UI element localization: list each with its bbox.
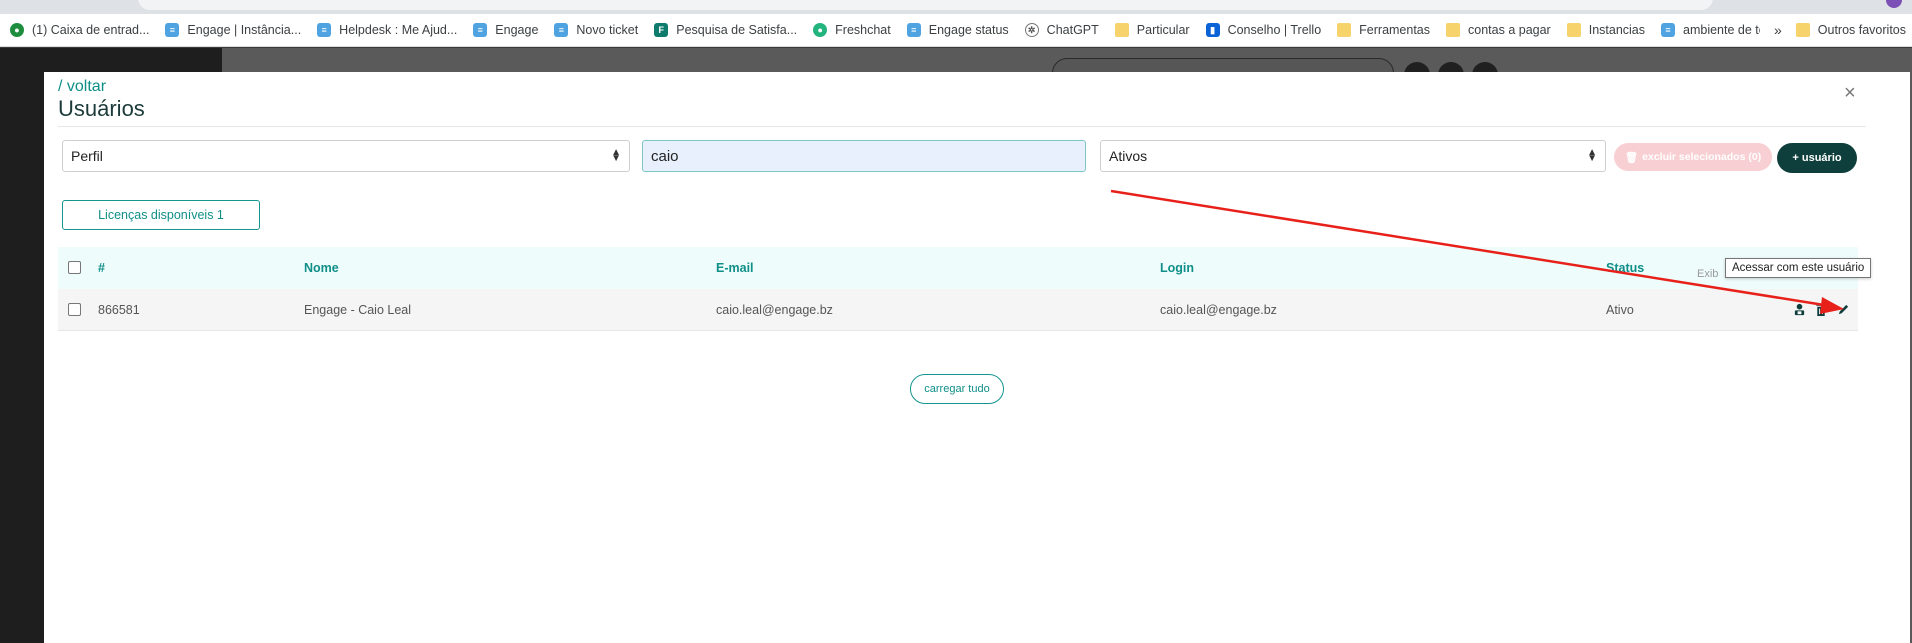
bookmark-item[interactable]: ▮ Conselho | Trello: [1205, 23, 1322, 37]
bookmark-item[interactable]: Instancias: [1566, 23, 1645, 37]
bookmark-item[interactable]: ≡ Engage status: [906, 23, 1009, 37]
cell-login: caio.leal@engage.bz: [1160, 303, 1277, 317]
column-header-status[interactable]: Status: [1606, 247, 1644, 289]
folder-icon: [1566, 23, 1581, 37]
modal-title: Usuários: [58, 96, 145, 121]
bookmark-label: Helpdesk : Me Ajud...: [339, 23, 458, 37]
licenses-button[interactable]: Licenças disponíveis 1: [62, 200, 260, 230]
bookmark-item[interactable]: ✲ ChatGPT: [1024, 23, 1099, 37]
engage-icon: ≡: [473, 23, 488, 37]
column-header-login[interactable]: Login: [1160, 247, 1194, 289]
bookmark-label: Freshchat: [835, 23, 891, 37]
login-as-user-icon[interactable]: [1792, 302, 1806, 316]
bookmark-item[interactable]: ≡ Engage | Instância...: [165, 23, 301, 37]
freshchat-icon: ●: [813, 23, 828, 37]
column-header-email[interactable]: E-mail: [716, 247, 754, 289]
bookmark-label: Novo ticket: [576, 23, 639, 37]
cell-name: Engage - Caio Leal: [304, 303, 412, 317]
cell-id: 866581: [98, 303, 140, 317]
table-row: 866581 Engage - Caio Leal caio.leal@enga…: [58, 289, 1858, 331]
bookmark-label: Particular: [1136, 23, 1190, 37]
bookmark-item[interactable]: ≡ Helpdesk : Me Ajud...: [317, 23, 457, 37]
tooltip: Acessar com este usuário: [1725, 258, 1872, 278]
engage-icon: ≡: [1661, 23, 1675, 37]
header-divider: [58, 126, 1866, 127]
load-all-button[interactable]: carregar tudo: [910, 374, 1004, 404]
delete-selected-button[interactable]: 🗑 excluir selecionados (0): [1614, 143, 1772, 171]
pagination-info: Exib: [1697, 268, 1719, 280]
cell-status: Ativo: [1606, 303, 1634, 317]
search-input[interactable]: [642, 140, 1086, 172]
delete-selected-label: excluir selecionados (0): [1642, 151, 1762, 163]
address-bar[interactable]: [138, 0, 1713, 10]
other-bookmarks[interactable]: Outros favoritos: [1795, 23, 1906, 37]
column-header-name[interactable]: Nome: [304, 247, 339, 289]
bookmark-label: Conselho | Trello: [1227, 23, 1322, 37]
bookmark-label: Engage: [495, 23, 539, 37]
bookmark-item[interactable]: ≡ Novo ticket: [554, 23, 638, 37]
forms-icon: F: [654, 23, 669, 37]
bookmark-item[interactable]: ≡ Engage: [473, 23, 538, 37]
status-select[interactable]: Ativos ▲ ▼: [1100, 140, 1606, 172]
add-user-button[interactable]: + usuário: [1777, 143, 1857, 173]
bookmark-label: Engage status: [928, 23, 1009, 37]
bookmark-label: Engage | Instância...: [187, 23, 302, 37]
engage-icon: ≡: [317, 23, 332, 37]
engage-icon: ≡: [554, 23, 569, 37]
cell-email: caio.leal@engage.bz: [716, 303, 833, 317]
bookmark-item[interactable]: ● Freshchat: [813, 23, 891, 37]
bookmark-item[interactable]: contas a pagar: [1446, 23, 1551, 37]
bookmark-label: Instancias: [1588, 23, 1645, 37]
other-bookmarks-label: Outros favoritos: [1817, 23, 1906, 37]
folder-icon: [1795, 23, 1810, 37]
engage-icon: ≡: [165, 23, 180, 37]
bookmarks-bar: ● (1) Caixa de entrad... ≡ Engage | Instân…: [0, 14, 1912, 47]
users-modal: / voltar Usuários × Perfil ▲▼ Ativos ▲▼ …: [44, 72, 1910, 643]
trash-icon: 🗑: [1624, 151, 1639, 164]
profile-select[interactable]: Perfil ▲ ▼: [62, 140, 630, 172]
close-icon[interactable]: ×: [1844, 82, 1856, 105]
row-actions: [1792, 302, 1850, 316]
select-arrows-icon: ▲ ▼: [1587, 147, 1597, 164]
bookmark-item[interactable]: F Pesquisa de Satisfa...: [654, 23, 797, 37]
bookmark-label: Pesquisa de Satisfa...: [676, 23, 798, 37]
bookmark-label: Ferramentas: [1359, 23, 1431, 37]
chat-icon: ●: [10, 23, 24, 37]
bookmark-label: contas a pagar: [1468, 23, 1551, 37]
bookmarks-right-group: » Outros favoritos: [1759, 22, 1906, 38]
status-select-value: Ativos: [1109, 148, 1148, 164]
column-header-id[interactable]: #: [98, 247, 105, 289]
chatgpt-icon: ✲: [1024, 23, 1039, 37]
bookmarks-overflow-button[interactable]: »: [1774, 22, 1782, 38]
browser-top-strip: [0, 0, 1912, 14]
engage-icon: ≡: [906, 23, 921, 37]
profile-avatar[interactable]: [1886, 0, 1902, 8]
trello-icon: ▮: [1205, 23, 1220, 37]
bookmark-item[interactable]: Particular: [1114, 23, 1190, 37]
table-header: # Nome E-mail Login Status: [58, 247, 1858, 289]
edit-pencil-icon[interactable]: [1836, 302, 1850, 316]
bookmark-item[interactable]: ● (1) Caixa de entrad...: [10, 23, 149, 37]
bookmark-label: ChatGPT: [1046, 23, 1099, 37]
bookmark-label: (1) Caixa de entrad...: [32, 23, 150, 37]
folder-icon: [1337, 23, 1352, 37]
select-arrows-icon: ▲ ▼: [611, 147, 621, 164]
select-all-checkbox[interactable]: [68, 261, 81, 274]
delete-icon[interactable]: [1814, 302, 1828, 316]
folder-icon: [1114, 23, 1129, 37]
folder-icon: [1446, 23, 1461, 37]
back-link[interactable]: / voltar: [58, 78, 106, 96]
profile-select-value: Perfil: [71, 148, 103, 164]
bookmark-item[interactable]: Ferramentas: [1337, 23, 1430, 37]
row-checkbox[interactable]: [68, 303, 81, 316]
